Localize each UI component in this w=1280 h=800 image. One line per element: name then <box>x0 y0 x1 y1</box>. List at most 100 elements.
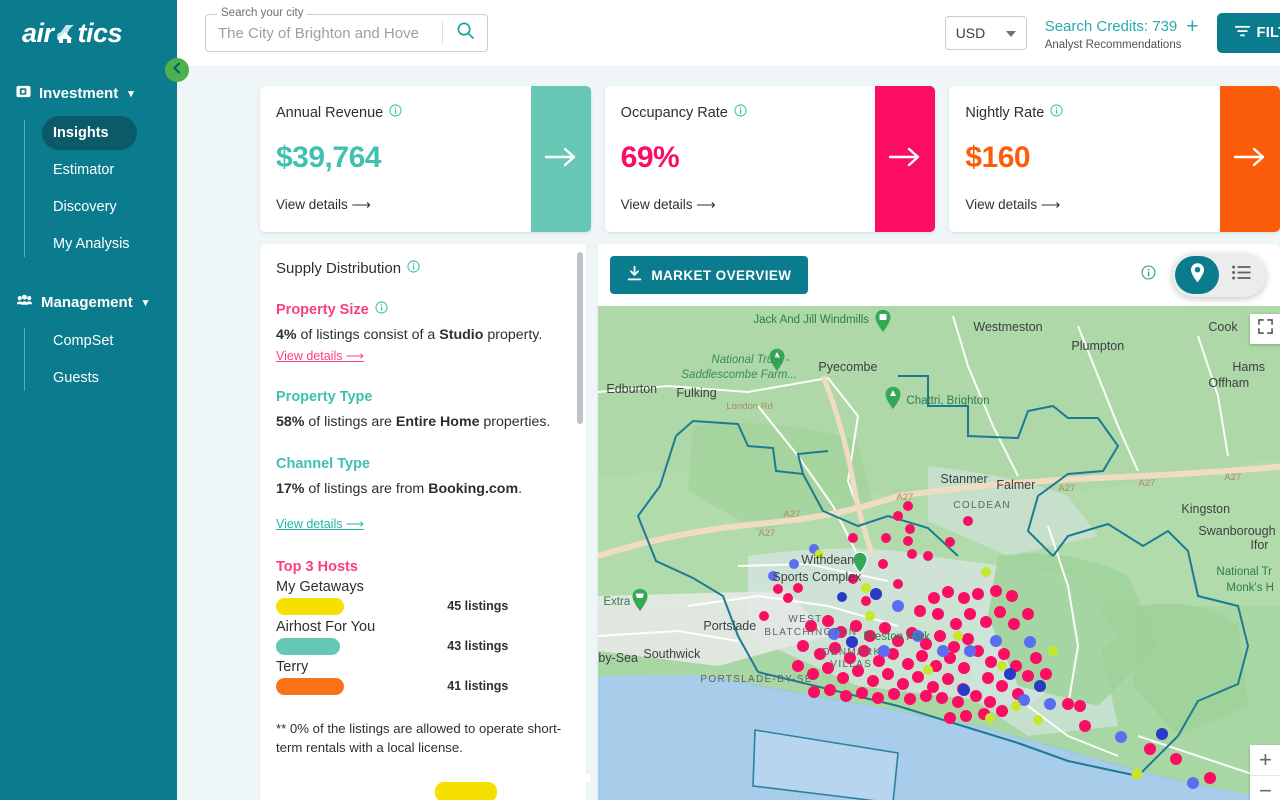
chevron-down-icon: ▾ <box>128 87 134 100</box>
topbar-right: USD Search Credits: 739 + Analyst Recomm… <box>945 13 1280 53</box>
zoom-in-button[interactable]: + <box>1250 745 1280 775</box>
info-icon[interactable] <box>389 104 402 121</box>
sidebar-item-estimator-label: Estimator <box>53 162 114 178</box>
topbar: Search your city USD <box>177 0 1280 66</box>
panels-row: Supply Distribution Property Size <box>177 232 1280 800</box>
sidebar-item-insights[interactable]: Insights <box>42 116 137 150</box>
host-name: Airhost For You <box>276 619 568 635</box>
map-poi-pin[interactable] <box>874 309 892 338</box>
sidebar-group-management-label: Management <box>41 294 133 311</box>
kpi-view-details-link[interactable]: View details ⟶ <box>276 197 531 213</box>
host-name: My Getaways <box>276 579 568 595</box>
main-content: Annual Revenue $39,764 View details ⟶ <box>177 66 1280 800</box>
host-listing-count: 43 listings <box>447 639 508 653</box>
currency-value: USD <box>956 25 986 41</box>
map-poi-pin[interactable] <box>768 348 786 377</box>
kpi-value: $39,764 <box>276 141 531 175</box>
host-bar <box>276 638 340 655</box>
peek-bar <box>435 782 497 800</box>
kpi-arrow-button[interactable] <box>531 86 591 232</box>
search-button[interactable] <box>443 21 487 45</box>
kpi-card-annual-revenue[interactable]: Annual Revenue $39,764 View details ⟶ <box>260 86 591 232</box>
host-name: Terry <box>276 659 568 675</box>
filter-button-label: FILTER <box>1257 25 1280 41</box>
kpi-card-occupancy-rate[interactable]: Occupancy Rate 69% View details ⟶ <box>605 86 936 232</box>
channel-type-view-details-link[interactable]: View details ⟶ <box>276 516 364 531</box>
sidebar-item-discovery[interactable]: Discovery <box>42 190 137 224</box>
channel-type-heading: Channel Type <box>276 456 568 472</box>
list-item: Terry 41 listings <box>276 659 568 695</box>
sidebar-item-my-analysis[interactable]: My Analysis <box>42 227 137 261</box>
list-view-button[interactable] <box>1219 256 1263 294</box>
map-poi-pin[interactable] <box>631 588 649 617</box>
search-icon <box>456 21 475 45</box>
kpi-view-details-link[interactable]: View details ⟶ <box>965 197 1220 213</box>
channel-type-highlight: Booking.com <box>428 481 518 497</box>
channel-type-text-end: . <box>518 481 522 497</box>
sidebar-item-compset-label: CompSet <box>53 333 113 349</box>
kpi-title: Nightly Rate <box>965 104 1220 121</box>
map-panel: MARKET OVERVIEW <box>598 244 1280 800</box>
sidebar-group-investment[interactable]: Investment ▾ <box>0 74 177 113</box>
brand-logo[interactable]: air tics <box>0 0 177 66</box>
map-graphics <box>598 306 1280 800</box>
sidebar: air tics <box>0 0 177 800</box>
app-root: air tics <box>0 0 1280 800</box>
search-input[interactable] <box>206 25 442 42</box>
kpi-arrow-button[interactable] <box>875 86 935 232</box>
kpi-card-nightly-rate[interactable]: Nightly Rate $160 View details ⟶ <box>949 86 1280 232</box>
investment-icon <box>16 84 31 103</box>
map-toolbar: MARKET OVERVIEW <box>598 244 1280 306</box>
search-credits-text: Search Credits: 739 <box>1045 18 1178 35</box>
property-type-text: 58% of listings are Entire Home properti… <box>276 413 568 432</box>
info-icon[interactable] <box>1141 265 1156 285</box>
market-overview-label: MARKET OVERVIEW <box>651 268 791 283</box>
kpi-value: 69% <box>621 141 876 175</box>
property-size-view-details-link[interactable]: View details ⟶ <box>276 348 364 363</box>
kpi-arrow-button[interactable] <box>1220 86 1280 232</box>
sidebar-item-guests-label: Guests <box>53 370 99 386</box>
supply-distribution-panel: Supply Distribution Property Size <box>260 244 586 800</box>
property-size-text-mid: of listings consist of a <box>297 327 440 343</box>
search-label: Search your city <box>217 7 307 19</box>
map-canvas[interactable]: H + − Jack A <box>598 306 1280 800</box>
supply-distribution-label: Supply Distribution <box>276 260 401 277</box>
zoom-out-button[interactable]: − <box>1250 776 1280 800</box>
fullscreen-icon <box>1258 319 1273 339</box>
property-type-label: Property Type <box>276 389 372 405</box>
sidebar-collapse-button[interactable] <box>165 58 189 82</box>
market-overview-button[interactable]: MARKET OVERVIEW <box>610 256 808 294</box>
sidebar-item-insights-label: Insights <box>53 125 109 141</box>
map-poi-pin[interactable] <box>884 386 902 415</box>
kpi-title-label: Nightly Rate <box>965 105 1044 121</box>
info-icon[interactable] <box>1050 104 1063 121</box>
search-city-box[interactable]: Search your city <box>205 14 488 52</box>
filter-icon <box>1235 25 1250 42</box>
kpi-view-details-link[interactable]: View details ⟶ <box>621 197 876 213</box>
host-listing-count: 45 listings <box>447 599 508 613</box>
sidebar-item-estimator[interactable]: Estimator <box>42 153 137 187</box>
map-fullscreen-button[interactable] <box>1250 314 1280 344</box>
info-icon[interactable] <box>734 104 747 121</box>
scrollbar-thumb[interactable] <box>577 252 583 424</box>
filter-button[interactable]: FILTER <box>1217 13 1280 53</box>
property-size-text-end: property. <box>483 327 542 343</box>
info-icon[interactable] <box>375 301 388 318</box>
plus-icon[interactable]: + <box>1186 16 1198 37</box>
property-size-percent: 4% <box>276 327 297 343</box>
info-icon[interactable] <box>407 260 420 277</box>
host-bar <box>276 598 344 615</box>
property-type-highlight: Entire Home <box>396 414 480 430</box>
sidebar-item-guests[interactable]: Guests <box>42 361 137 395</box>
next-section-peek <box>260 782 590 800</box>
sidebar-group-management[interactable]: Management ▾ <box>0 283 177 321</box>
chevron-down-icon: ▾ <box>143 296 149 309</box>
host-bar <box>276 678 344 695</box>
currency-select[interactable]: USD <box>945 16 1027 50</box>
map-poi-pin[interactable] <box>851 551 869 580</box>
kpi-title: Occupancy Rate <box>621 104 876 121</box>
sidebar-item-compset[interactable]: CompSet <box>42 324 137 358</box>
supply-panel-scrollbar[interactable] <box>577 252 583 796</box>
map-view-button[interactable] <box>1175 256 1219 294</box>
kpi-title-label: Occupancy Rate <box>621 105 728 121</box>
